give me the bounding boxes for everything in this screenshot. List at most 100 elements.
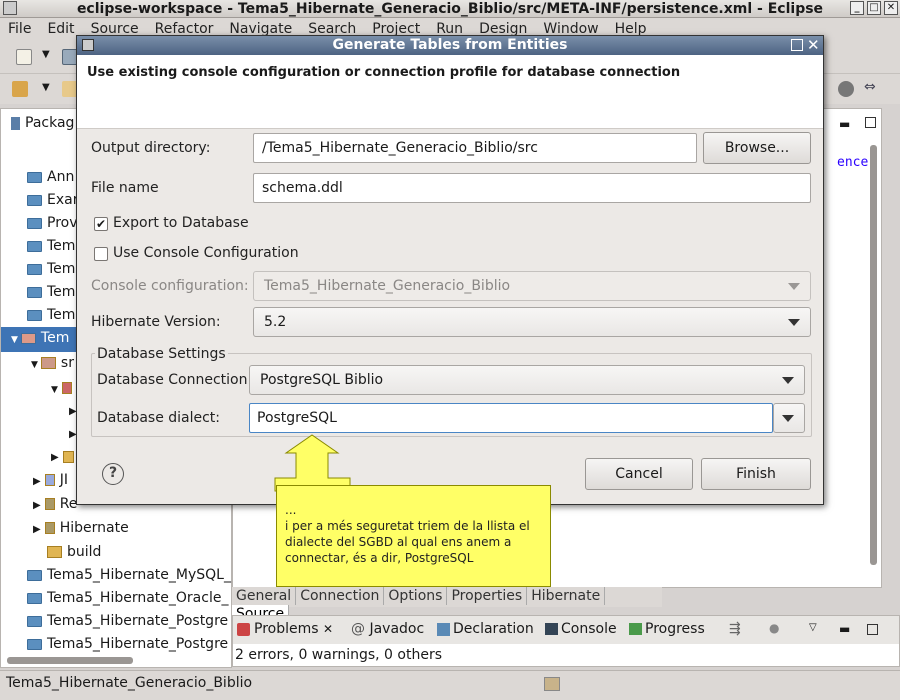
annotation-callout: ... i per a més seguretat triem de la ll… bbox=[276, 485, 551, 587]
tab-hibernate[interactable]: Hibernate bbox=[527, 587, 606, 605]
tree-item[interactable]: Tema5_Hibernate_MySQL_ bbox=[1, 564, 231, 587]
help-icon[interactable]: ? bbox=[102, 463, 124, 485]
progress-tab[interactable]: Progress bbox=[629, 621, 705, 637]
chevron-down-icon bbox=[788, 283, 800, 290]
generate-tables-dialog: Generate Tables from Entities ✕ Use exis… bbox=[76, 35, 824, 505]
maximize-view-icon[interactable] bbox=[865, 117, 876, 128]
status-bar: Tema5_Hibernate_Generacio_Biblio bbox=[0, 670, 900, 700]
menu-file[interactable]: File bbox=[0, 18, 39, 40]
callout-text: ... i per a més seguretat triem de la ll… bbox=[285, 503, 530, 565]
database-connection-label: Database Connection bbox=[97, 372, 248, 388]
console-configuration-select[interactable]: Tema5_Hibernate_Generacio_Biblio bbox=[253, 271, 811, 301]
at-icon: @ bbox=[351, 621, 365, 637]
hibernate-version-select[interactable]: 5.2 bbox=[253, 307, 811, 337]
editor-tabs: General Connection Options Properties Hibern… bbox=[232, 587, 662, 623]
view-menu-icon[interactable]: ⇶ bbox=[729, 621, 741, 637]
file-name-field[interactable]: schema.ddl bbox=[253, 173, 811, 203]
tab-properties[interactable]: Properties bbox=[447, 587, 528, 605]
library-icon bbox=[44, 522, 55, 534]
tree-item[interactable]: build bbox=[1, 541, 231, 564]
cancel-button[interactable]: Cancel bbox=[585, 458, 693, 490]
project-folder-icon bbox=[27, 592, 42, 604]
problems-tab[interactable]: Problems ✕ bbox=[237, 621, 333, 637]
minimize-icon[interactable]: _ bbox=[850, 1, 864, 15]
tree-item[interactable]: Tema5_Hibernate_Postgre bbox=[1, 610, 231, 633]
declaration-tab[interactable]: Declaration bbox=[437, 621, 534, 637]
collapse-icon: ▶ bbox=[33, 524, 41, 535]
project-folder-icon bbox=[27, 171, 42, 183]
chevron-down-icon bbox=[788, 319, 800, 326]
collapse-icon: ▶ bbox=[33, 476, 41, 487]
source-folder-icon bbox=[40, 357, 56, 369]
file-name-label: File name bbox=[91, 180, 159, 196]
console-configuration-label: Console configuration: bbox=[91, 278, 249, 294]
dialog-menu-icon[interactable] bbox=[82, 39, 94, 51]
export-to-database-checkbox[interactable]: ✔ bbox=[94, 217, 108, 231]
dropdown-icon[interactable]: ▼ bbox=[42, 82, 50, 93]
project-error-icon bbox=[20, 332, 36, 344]
tab-connection[interactable]: Connection bbox=[296, 587, 385, 605]
view-dropdown-icon[interactable]: ▽ bbox=[809, 622, 817, 633]
horizontal-scrollbar[interactable] bbox=[7, 657, 133, 664]
problems-icon bbox=[237, 622, 250, 636]
dialog-maximize-icon[interactable] bbox=[791, 39, 803, 51]
progress-icon bbox=[629, 623, 642, 635]
package-icon bbox=[61, 382, 72, 394]
tree-item[interactable]: Tema5_Hibernate_Oracle_ bbox=[1, 587, 231, 610]
tree-item[interactable]: ▶ Hibernate bbox=[1, 517, 231, 541]
hibernate-version-label: Hibernate Version: bbox=[91, 314, 221, 330]
tree-item[interactable]: Tema5_Hibernate_Postgre bbox=[1, 633, 231, 656]
vertical-scrollbar[interactable] bbox=[870, 145, 877, 565]
project-folder-icon bbox=[27, 194, 42, 206]
new-file-icon[interactable] bbox=[16, 49, 32, 65]
tab-options[interactable]: Options bbox=[384, 587, 448, 605]
sync-icon[interactable]: ⇔ bbox=[864, 79, 876, 95]
back-icon[interactable] bbox=[12, 81, 28, 97]
console-icon bbox=[545, 623, 558, 635]
project-folder-icon bbox=[27, 569, 42, 581]
collapse-icon: ▶ bbox=[51, 452, 59, 463]
problems-summary: 2 errors, 0 warnings, 0 others bbox=[235, 647, 443, 663]
maximize-view-icon[interactable] bbox=[867, 624, 878, 635]
database-connection-select[interactable]: PostgreSQL Biblio bbox=[249, 365, 805, 395]
window-title: eclipse-workspace - Tema5_Hibernate_Gene… bbox=[76, 1, 824, 17]
package-icon bbox=[11, 116, 20, 130]
browse-button[interactable]: Browse... bbox=[703, 132, 811, 164]
finish-button[interactable]: Finish bbox=[701, 458, 811, 490]
use-console-configuration-checkbox[interactable] bbox=[94, 247, 108, 261]
filter-icon[interactable]: ● bbox=[769, 621, 779, 635]
maximize-icon[interactable]: □ bbox=[867, 1, 881, 15]
dropdown-icon[interactable]: ▼ bbox=[42, 49, 50, 60]
expand-icon: ▼ bbox=[51, 385, 58, 395]
close-tab-icon[interactable]: ✕ bbox=[323, 622, 333, 636]
dialog-header: Use existing console configuration or co… bbox=[77, 55, 823, 129]
expand-icon: ▼ bbox=[11, 335, 18, 345]
database-dialect-dropdown[interactable] bbox=[773, 403, 805, 433]
output-directory-field[interactable]: /Tema5_Hibernate_Generacio_Biblio/src bbox=[253, 133, 697, 163]
dialog-message: Use existing console configuration or co… bbox=[87, 65, 681, 80]
database-dialect-input[interactable]: PostgreSQL bbox=[249, 403, 773, 433]
package-explorer-tab[interactable]: Packag bbox=[11, 115, 74, 131]
declaration-icon bbox=[437, 622, 450, 636]
dialog-titlebar: Generate Tables from Entities ✕ bbox=[77, 36, 823, 55]
dialog-title: Generate Tables from Entities bbox=[332, 37, 568, 53]
project-folder-icon bbox=[27, 240, 42, 252]
project-folder-icon bbox=[27, 217, 42, 229]
tab-general[interactable]: General bbox=[232, 587, 297, 605]
dialog-close-icon[interactable]: ✕ bbox=[807, 36, 820, 55]
project-folder-icon bbox=[27, 615, 42, 627]
status-icon[interactable] bbox=[544, 677, 560, 691]
perspective-icon[interactable] bbox=[838, 81, 854, 97]
minimize-view-icon[interactable]: ▬ bbox=[839, 622, 850, 636]
bottom-panel: Problems ✕ @ Javadoc Declaration Console… bbox=[232, 615, 900, 667]
project-folder-icon bbox=[27, 263, 42, 275]
project-folder-icon bbox=[27, 309, 42, 321]
minimize-view-icon[interactable]: ▬ bbox=[839, 117, 850, 131]
console-tab[interactable]: Console bbox=[545, 621, 617, 637]
status-text: Tema5_Hibernate_Generacio_Biblio bbox=[6, 675, 253, 691]
close-icon[interactable]: ✕ bbox=[884, 1, 898, 15]
javadoc-tab[interactable]: @ Javadoc bbox=[351, 621, 424, 637]
expand-icon: ▼ bbox=[31, 360, 38, 370]
output-directory-label: Output directory: bbox=[91, 140, 211, 156]
database-settings-label: Database Settings bbox=[95, 346, 228, 362]
